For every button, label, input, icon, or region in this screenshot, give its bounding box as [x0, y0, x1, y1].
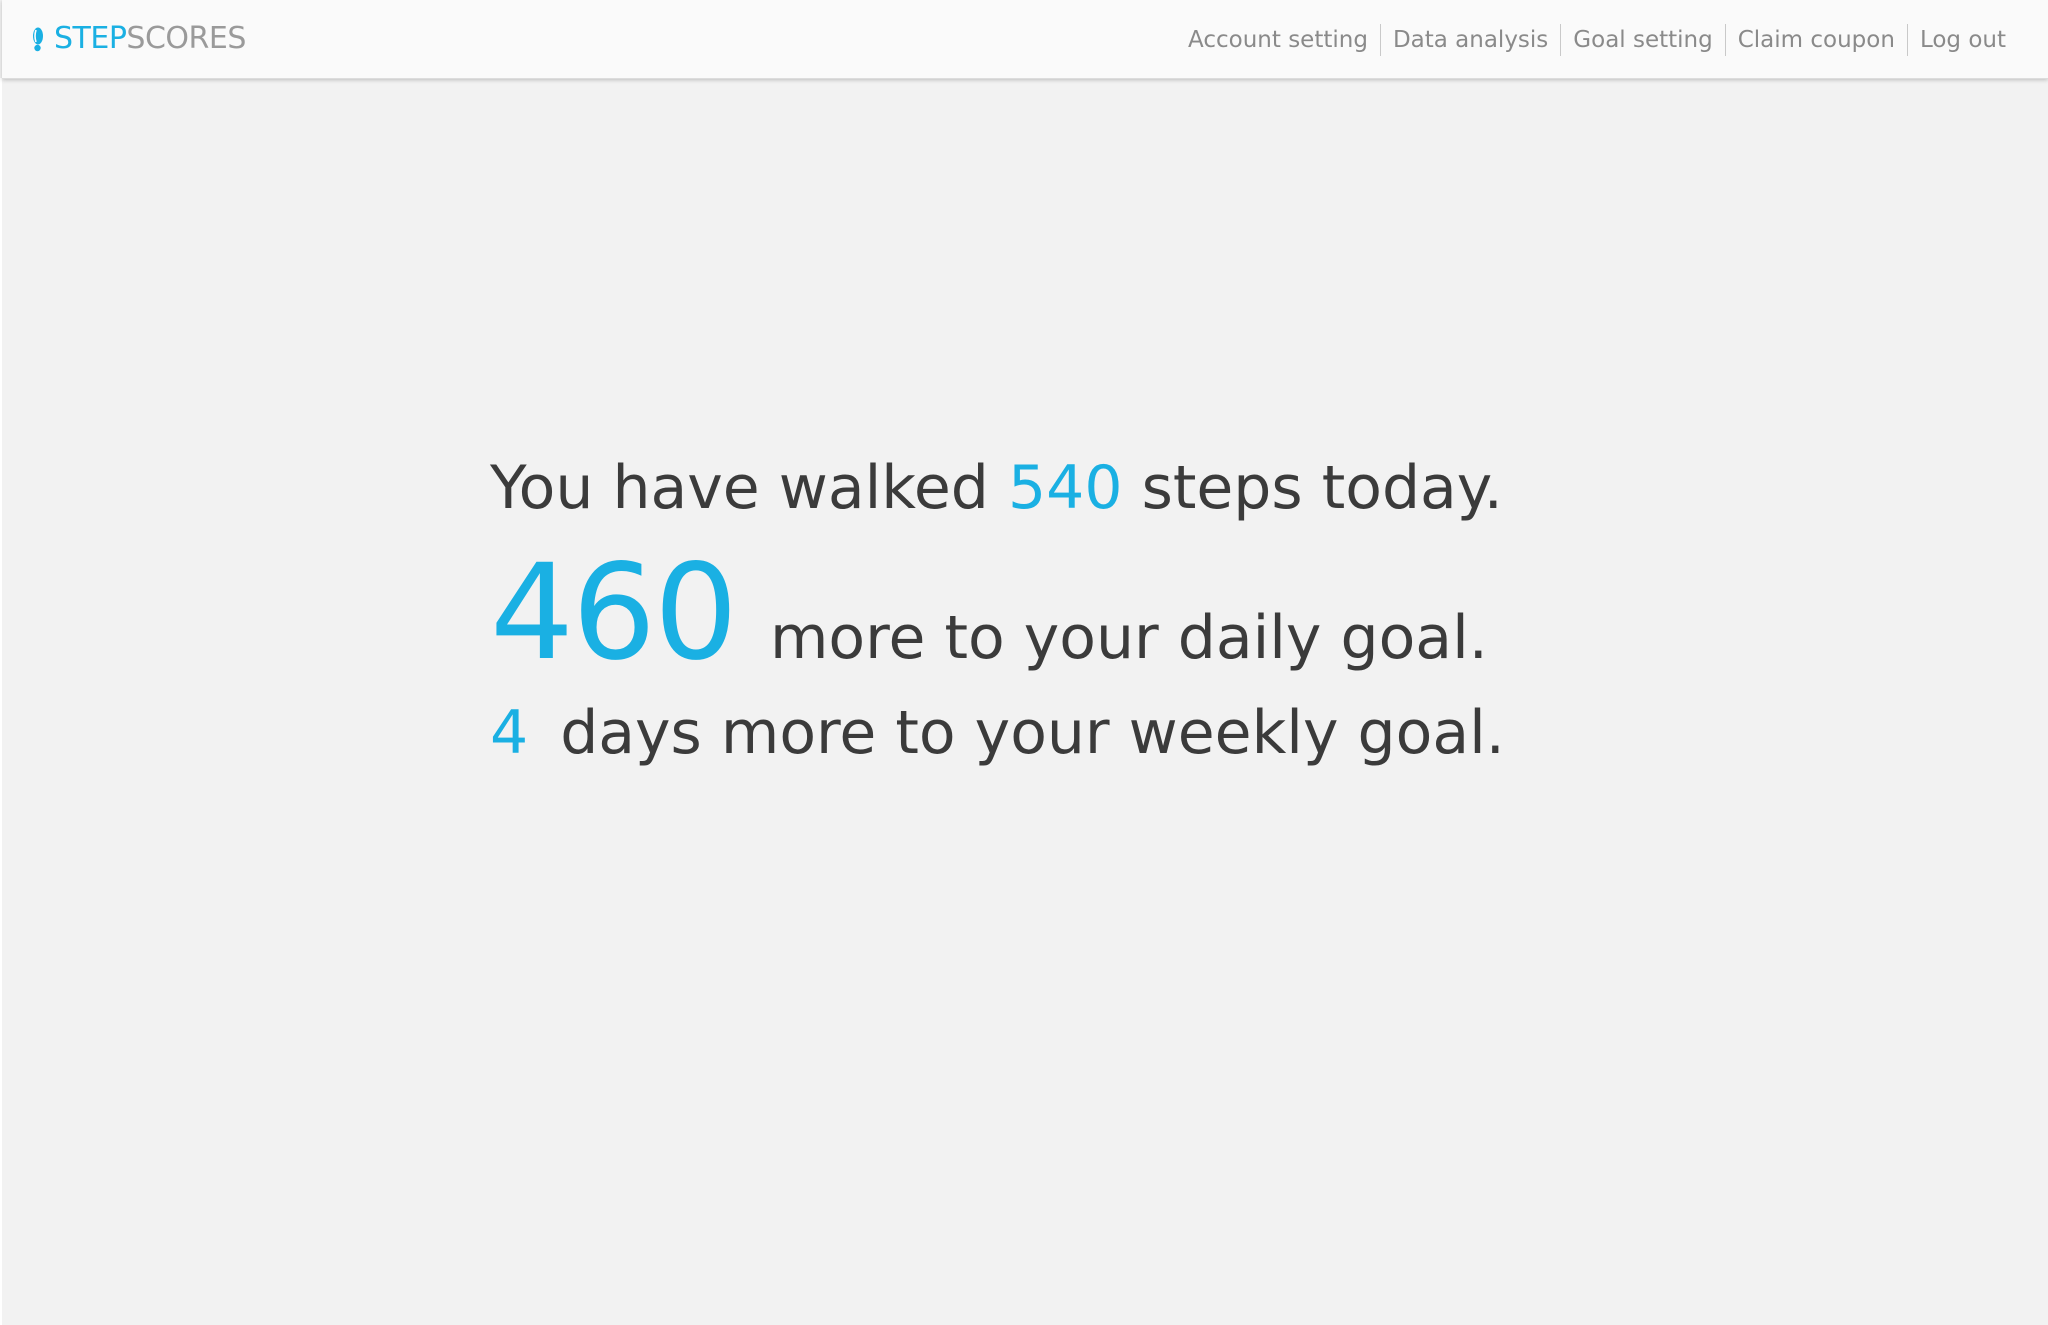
logo-text-scores: SCORES	[126, 21, 246, 56]
logo-text: STEPSCORES	[54, 20, 246, 58]
daily-goal-remaining: 460	[490, 536, 738, 690]
weekly-goal-remaining: 4	[490, 698, 529, 768]
nav-claim-coupon[interactable]: Claim coupon	[1726, 24, 1907, 56]
daily-goal-line: 460 more to your daily goal.	[490, 538, 1505, 688]
app-logo[interactable]: STEPSCORES	[30, 20, 246, 58]
steps-today-count: 540	[1007, 453, 1123, 523]
daily-goal-text: more to your daily goal.	[769, 603, 1488, 673]
nav-account-setting[interactable]: Account setting	[1176, 24, 1380, 56]
logo-text-step: STEP	[54, 21, 127, 56]
top-navbar: STEPSCORES Account setting Data analysis…	[2, 0, 2048, 79]
nav-log-out[interactable]: Log out	[1908, 24, 2018, 56]
step-summary: You have walked 540 steps today. 460 mor…	[490, 440, 1505, 778]
footprint-icon	[30, 24, 48, 54]
weekly-goal-line: 4 days more to your weekly goal.	[490, 688, 1505, 778]
main-nav: Account setting Data analysis Goal setti…	[1176, 22, 2018, 58]
weekly-goal-text: days more to your weekly goal.	[560, 698, 1505, 768]
nav-data-analysis[interactable]: Data analysis	[1381, 24, 1560, 56]
page-left-edge	[0, 78, 2, 1325]
steps-today-line: You have walked 540 steps today.	[490, 440, 1505, 536]
steps-today-suffix: steps today.	[1141, 453, 1503, 523]
steps-today-prefix: You have walked	[490, 453, 989, 523]
nav-goal-setting[interactable]: Goal setting	[1561, 24, 1724, 56]
